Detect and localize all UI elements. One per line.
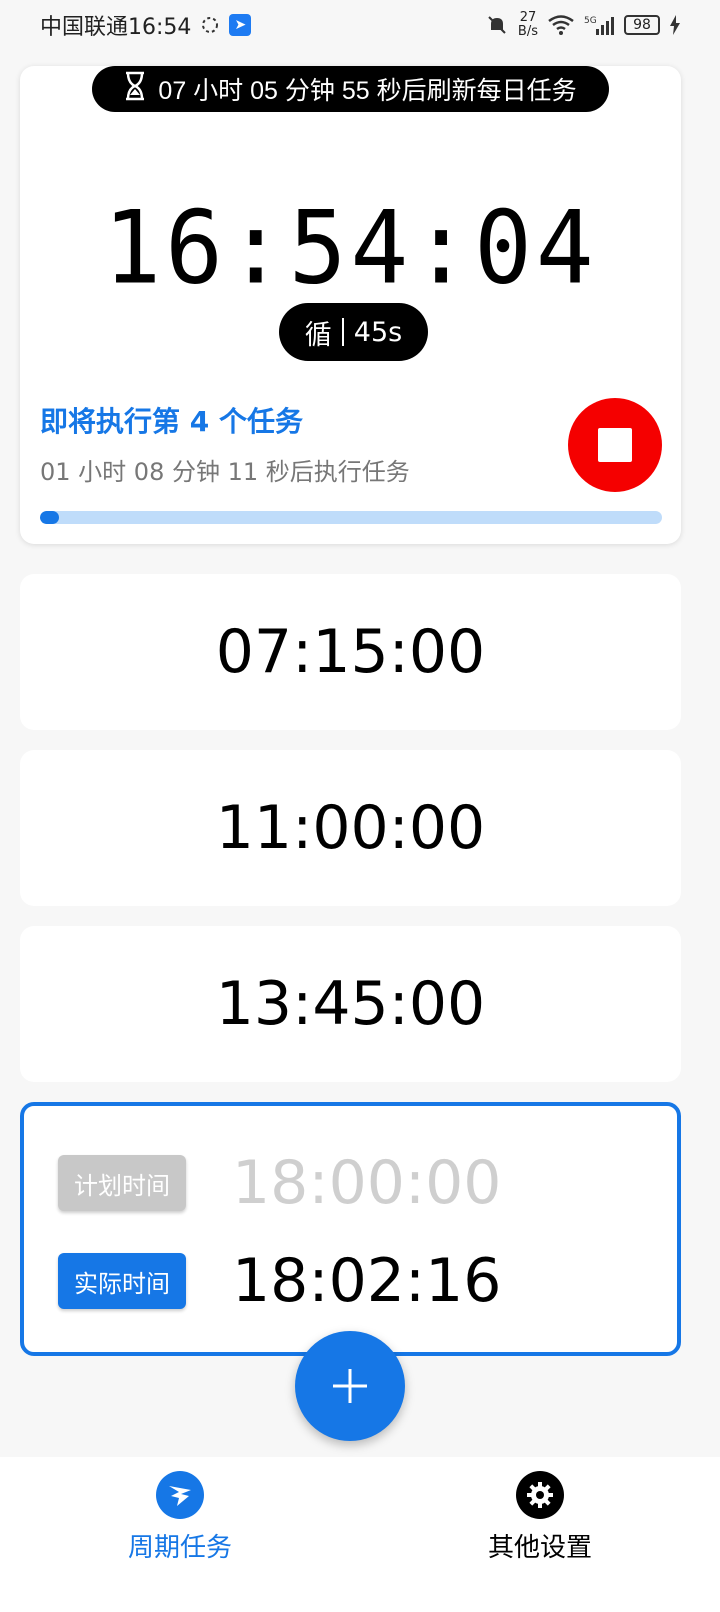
planned-time-value: 18:00:00 [232, 1148, 502, 1218]
app-notification-icon: ➤ [229, 14, 252, 36]
gear-icon [516, 1471, 564, 1519]
countdown-card: 07 小时 05 分钟 55 秒后刷新每日任务 16:54:04 循 45s 即… [20, 66, 681, 544]
add-task-button[interactable] [295, 1331, 405, 1441]
task-time: 07:15:00 [215, 617, 486, 687]
bottom-navigation: 周期任务 其他设置 [0, 1457, 720, 1612]
task-time: 13:45:00 [215, 969, 486, 1039]
next-task-progress-bar [40, 511, 662, 524]
planned-time-row: 计划时间 18:00:00 [24, 1148, 677, 1218]
signal-5g-icon: 5G [584, 15, 614, 35]
stop-icon [598, 428, 632, 462]
divider [341, 318, 344, 346]
next-task-title: 即将执行第 4 个任务 [40, 405, 303, 438]
svg-text:5G: 5G [584, 16, 597, 26]
nav-periodic-tasks[interactable]: 周期任务 [0, 1457, 360, 1612]
nav-periodic-label: 周期任务 [127, 1533, 232, 1563]
mute-bell-icon [486, 14, 508, 36]
task-card[interactable]: 13:45:00 [20, 926, 681, 1082]
network-rate: 27 B/s [517, 10, 538, 39]
loading-icon [201, 16, 219, 34]
cycle-glyph: 循 [304, 319, 332, 351]
status-bar: 中国联通16:54 ➤ 27 B/s 5G 98 [0, 0, 720, 50]
actual-time-row: 实际时间 18:02:16 [24, 1246, 677, 1316]
battery-icon: 98 [624, 15, 660, 35]
planned-time-tag: 计划时间 [58, 1155, 186, 1211]
task-card[interactable]: 07:15:00 [20, 574, 681, 730]
carrier-time: 中国联通16:54 [40, 15, 192, 40]
charging-icon [670, 15, 680, 35]
hourglass-icon [124, 71, 146, 108]
actual-time-tag: 实际时间 [58, 1253, 186, 1309]
nav-settings-label: 其他设置 [487, 1533, 592, 1563]
current-time-clock: 16:54:04 [103, 189, 598, 307]
wifi-icon [548, 15, 574, 35]
nav-other-settings[interactable]: 其他设置 [360, 1457, 720, 1612]
progress-fill [40, 511, 59, 524]
next-task-countdown: 01 小时 08 分钟 11 秒后执行任务 [40, 458, 410, 486]
cycle-interval-badge[interactable]: 循 45s [279, 303, 428, 361]
cycle-interval-value: 45s [353, 316, 403, 348]
plus-icon [333, 1369, 367, 1403]
daily-refresh-banner: 07 小时 05 分钟 55 秒后刷新每日任务 [92, 66, 609, 112]
actual-time-value: 18:02:16 [232, 1246, 502, 1316]
task-card[interactable]: 11:00:00 [20, 750, 681, 906]
selected-task-card[interactable]: 计划时间 18:00:00 实际时间 18:02:16 [20, 1102, 681, 1356]
refresh-countdown-text: 07 小时 05 分钟 55 秒后刷新每日任务 [158, 77, 577, 105]
stop-button[interactable] [568, 398, 662, 492]
periodic-tasks-icon [156, 1471, 204, 1519]
task-time: 11:00:00 [215, 793, 486, 863]
